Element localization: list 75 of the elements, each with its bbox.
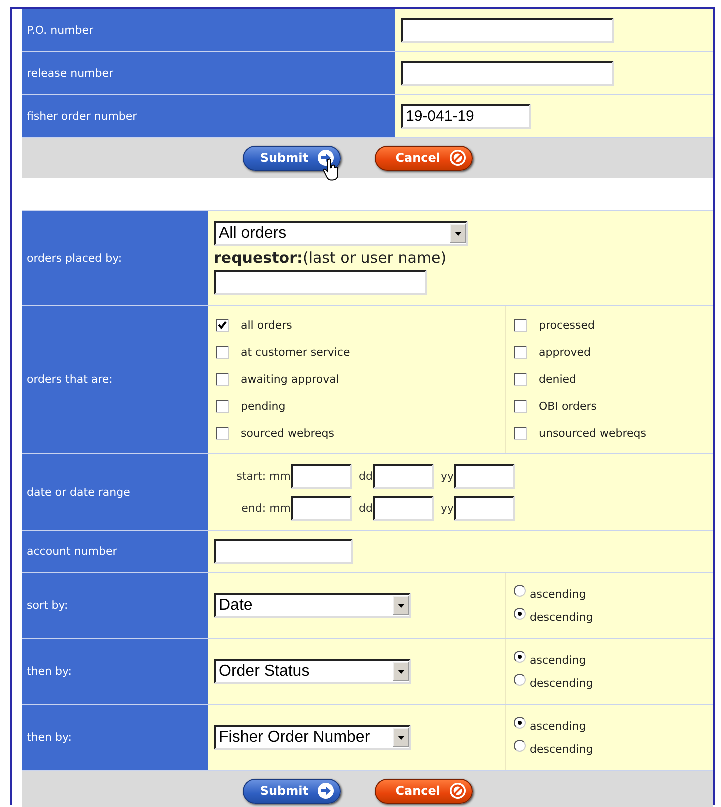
submit-button[interactable]: Submit bbox=[242, 778, 340, 804]
checkbox-label: pending bbox=[241, 400, 286, 413]
checkbox-label: processed bbox=[539, 319, 596, 332]
caret-icon bbox=[398, 604, 404, 608]
checkbox-label: awaiting approval bbox=[241, 373, 340, 386]
month-field[interactable] bbox=[291, 464, 352, 488]
dropdown[interactable]: Fisher Order Number bbox=[214, 725, 411, 750]
caret-icon bbox=[454, 232, 462, 236]
radio-label: descending bbox=[530, 742, 594, 756]
day-label: dd bbox=[359, 502, 373, 514]
field-label: then by: bbox=[22, 705, 208, 771]
checkbox[interactable] bbox=[216, 346, 229, 359]
checkbox[interactable] bbox=[514, 346, 527, 359]
checkbox[interactable] bbox=[216, 427, 229, 440]
checkbox-label: at customer service bbox=[241, 346, 350, 359]
checkbox[interactable] bbox=[514, 373, 527, 386]
no-entry-icon bbox=[448, 782, 466, 800]
account-field[interactable] bbox=[214, 539, 353, 564]
checkbox-label: unsourced webreqs bbox=[539, 427, 646, 440]
checkbox[interactable] bbox=[216, 319, 229, 332]
text-field[interactable] bbox=[401, 60, 614, 86]
checkbox[interactable] bbox=[514, 400, 527, 413]
checkbox-label: all orders bbox=[241, 319, 292, 332]
dropdown[interactable]: Order Status bbox=[214, 659, 411, 684]
radio-label: ascending bbox=[530, 588, 586, 600]
dropdown[interactable]: Date bbox=[214, 593, 411, 618]
checkbox-label: OBI orders bbox=[539, 400, 598, 413]
dropdown[interactable]: All orders bbox=[214, 221, 468, 246]
requestor-field[interactable] bbox=[214, 270, 427, 295]
field-label: fisher order number bbox=[22, 95, 395, 138]
radio-label: descending bbox=[530, 610, 594, 624]
checkbox-label: sourced webreqs bbox=[241, 427, 335, 440]
day-field[interactable] bbox=[372, 496, 434, 520]
radio-button[interactable] bbox=[514, 585, 526, 597]
checkbox[interactable] bbox=[514, 427, 527, 440]
requestor-hint: requestor:(last or user name) bbox=[214, 249, 447, 267]
radio-button[interactable] bbox=[514, 717, 526, 729]
checkbox-label: denied bbox=[539, 373, 577, 386]
field-label: account number bbox=[22, 531, 208, 573]
checkbox[interactable] bbox=[216, 400, 229, 413]
radio-button[interactable] bbox=[514, 674, 526, 686]
checkbox-label: approved bbox=[539, 346, 591, 359]
field-label: sort by: bbox=[22, 573, 208, 639]
text-field[interactable]: 19-041-19 bbox=[401, 104, 531, 128]
field-label: release number bbox=[22, 52, 395, 95]
field-label: then by: bbox=[22, 639, 208, 705]
submit-button[interactable]: Submit bbox=[242, 146, 340, 170]
checkbox[interactable] bbox=[514, 319, 527, 332]
day-label: dd bbox=[359, 470, 373, 482]
no-entry-icon bbox=[448, 149, 466, 167]
radio-button[interactable] bbox=[514, 608, 526, 620]
radio-button[interactable] bbox=[514, 740, 526, 752]
radio-label: descending bbox=[530, 676, 594, 690]
caret-icon bbox=[398, 736, 404, 740]
text-field[interactable] bbox=[401, 18, 614, 42]
month-field[interactable] bbox=[291, 496, 352, 520]
field-label: orders placed by: bbox=[22, 211, 208, 306]
radio-button[interactable] bbox=[514, 651, 526, 663]
cancel-button[interactable]: Cancel bbox=[374, 778, 472, 804]
cancel-button[interactable]: Cancel bbox=[374, 146, 472, 170]
month-label: start: mm bbox=[236, 470, 291, 482]
checkbox[interactable] bbox=[216, 373, 229, 386]
year-label: yy bbox=[440, 502, 454, 514]
caret-icon bbox=[398, 670, 404, 674]
year-label: yy bbox=[440, 470, 454, 482]
year-field[interactable] bbox=[454, 496, 515, 520]
arrow-right-icon bbox=[316, 782, 334, 800]
field-label: date or date range bbox=[22, 454, 208, 531]
field-label: orders that are: bbox=[22, 306, 208, 454]
year-field[interactable] bbox=[454, 464, 515, 488]
day-field[interactable] bbox=[372, 464, 434, 488]
month-label: end: mm bbox=[240, 502, 291, 514]
field-label: P.O. number bbox=[22, 9, 395, 52]
radio-label: ascending bbox=[530, 654, 586, 666]
radio-label: ascending bbox=[530, 720, 586, 732]
